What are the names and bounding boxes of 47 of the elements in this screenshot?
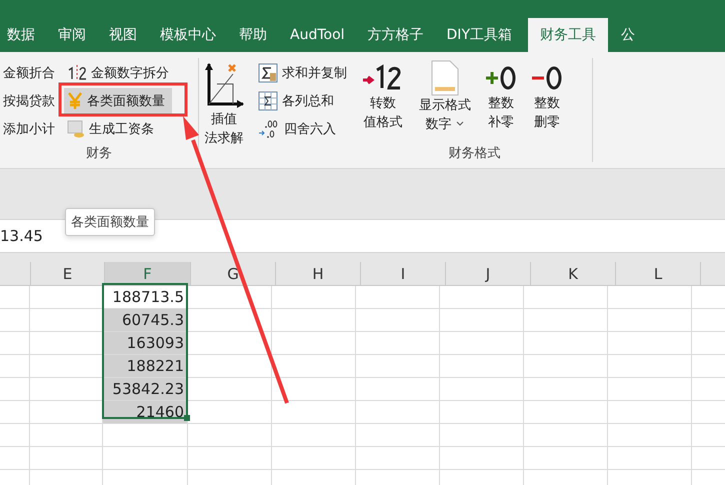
- column-header[interactable]: L: [616, 262, 701, 285]
- ribbon-tab[interactable]: 视图: [102, 18, 143, 52]
- ribbon-button[interactable]: 插值 法求解: [199, 58, 249, 150]
- ribbon-button[interactable]: 整数 删零: [527, 58, 567, 144]
- ribbon-button[interactable]: 各列总和: [255, 88, 350, 114]
- document-coins-icon: [67, 120, 85, 138]
- ribbon-tab[interactable]: 数据: [0, 18, 41, 52]
- group-label: 财务: [85, 145, 113, 162]
- ribbon-tab[interactable]: 方方格子: [360, 18, 430, 52]
- group-label: 财务格式: [448, 145, 502, 162]
- ribbon-button[interactable]: 金额折合: [0, 60, 58, 86]
- ribbon-tab[interactable]: AudTool: [283, 18, 351, 52]
- table-cell: 188221: [103, 355, 188, 377]
- ribbon-button[interactable]: 求和并复制: [255, 60, 350, 86]
- document-icon: [431, 60, 459, 96]
- decimal-icon: [258, 119, 280, 139]
- ribbon-button[interactable]: 四舍六入: [255, 116, 350, 142]
- table-sum-icon: [258, 63, 278, 83]
- fill-handle[interactable]: [184, 415, 190, 421]
- ribbon-tab[interactable]: 公: [614, 18, 641, 52]
- table-cell: 163093: [103, 332, 188, 354]
- column-header[interactable]: J: [446, 262, 531, 285]
- ribbon-button[interactable]: 添加小计: [0, 116, 58, 142]
- split-icon: [67, 65, 87, 81]
- column-header[interactable]: G: [191, 262, 276, 285]
- ribbon-button[interactable]: 各类面额数量: [64, 88, 172, 114]
- formula-value: 13.45: [0, 227, 43, 245]
- ribbon-button[interactable]: 生成工资条: [64, 116, 172, 142]
- ribbon-button[interactable]: 金额数字拆分: [64, 60, 172, 86]
- column-header[interactable]: K: [531, 262, 616, 285]
- table-sum-icon: [258, 91, 278, 111]
- ribbon-tab[interactable]: 帮助: [232, 18, 273, 52]
- ribbon-tab[interactable]: 财务工具: [528, 18, 608, 52]
- ribbon-button[interactable]: 按揭贷款: [0, 88, 58, 114]
- tooltip: 各类面额数量: [65, 208, 155, 236]
- table-cell: 53842.23: [103, 378, 188, 400]
- ribbon-button[interactable]: 显示格式 数字: [415, 58, 475, 144]
- table-cell: 60745.3: [103, 309, 188, 331]
- ribbon-button[interactable]: 转数 值格式: [357, 58, 409, 144]
- ribbon-button[interactable]: 整数 补零: [481, 58, 521, 144]
- column-header[interactable]: I: [361, 262, 446, 285]
- ribbon-tab[interactable]: 模板中心: [153, 18, 222, 52]
- column-header[interactable]: F: [105, 262, 191, 285]
- ribbon-tab[interactable]: 审阅: [51, 18, 92, 52]
- yen-icon: [67, 92, 83, 110]
- column-header[interactable]: H: [276, 262, 361, 285]
- ribbon-tab[interactable]: DIY工具箱: [440, 18, 518, 52]
